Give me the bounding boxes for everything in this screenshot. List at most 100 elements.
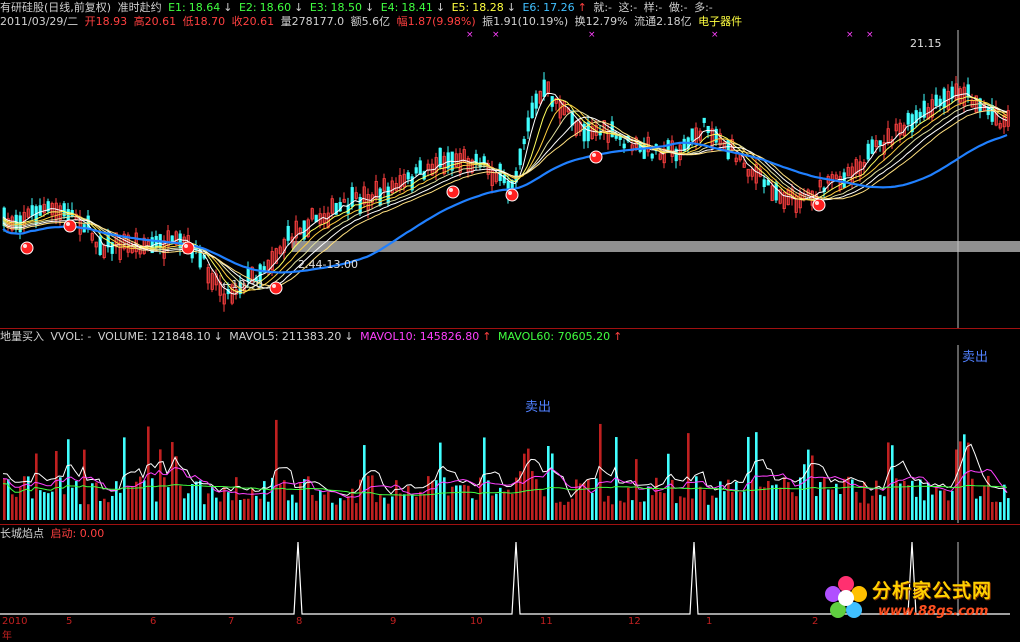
buy-marker-icon xyxy=(63,219,77,233)
quote-float: 流通2.18亿 xyxy=(634,15,692,28)
volume-bar xyxy=(247,498,250,520)
e1-label: E1: xyxy=(168,1,186,14)
volume-bar xyxy=(999,502,1002,520)
volume-bar xyxy=(411,494,414,520)
candle-body xyxy=(30,205,34,216)
volume-arrow: ↓ xyxy=(213,330,223,343)
volume-bar xyxy=(663,493,666,520)
volume-bar xyxy=(779,487,782,520)
stock-name: 有研硅股(日线,前复权) xyxy=(0,1,112,14)
volume-bar xyxy=(527,448,530,520)
mavol5-arrow: ↓ xyxy=(344,330,354,343)
volume-bar xyxy=(567,501,570,520)
volume-bar xyxy=(807,449,810,520)
volume-bar xyxy=(983,485,986,520)
volume-bar xyxy=(91,483,94,520)
volume-bar xyxy=(3,478,6,520)
mavol10-arrow: ↑ xyxy=(482,330,492,343)
signal-start: 启动: 0.00 xyxy=(50,527,105,540)
volume-bar xyxy=(475,499,478,520)
volume-bar xyxy=(251,488,254,520)
volume-bar xyxy=(895,478,898,520)
volume-bar xyxy=(867,503,870,520)
sell-signal-label-2: 卖出 xyxy=(962,350,989,365)
volume-bar xyxy=(83,449,86,520)
volume-bar xyxy=(563,504,566,520)
volume-bar xyxy=(535,479,538,520)
buy-marker-shine xyxy=(815,201,819,205)
volume-chart[interactable] xyxy=(0,345,1020,523)
quote-amount: 额5.6亿 xyxy=(350,15,391,28)
volume-bar xyxy=(687,433,690,520)
volume-bar xyxy=(711,495,714,520)
volume-bar xyxy=(399,493,402,520)
candle-body xyxy=(842,172,846,188)
e3-value: 18.50 xyxy=(330,1,363,14)
x-tick-1: 5 xyxy=(66,616,73,627)
volume-bar xyxy=(279,484,282,520)
volume-bar xyxy=(667,453,670,520)
volume-bar xyxy=(771,485,774,520)
volume-bar xyxy=(583,482,586,520)
volume-bar xyxy=(963,434,966,520)
tag-4: 做:- xyxy=(668,1,688,14)
volume-bar xyxy=(95,482,98,520)
volume-bar xyxy=(639,501,642,520)
volume-bar xyxy=(299,483,302,520)
volume-bar xyxy=(483,437,486,520)
quote-sector: 电子器件 xyxy=(698,15,743,28)
volume-bar xyxy=(183,498,186,520)
volume-bar xyxy=(439,442,442,520)
candle-body xyxy=(934,94,938,106)
top-x-marker: × xyxy=(866,30,874,40)
signal-title: 长城焰点 xyxy=(0,527,44,540)
volume-bar xyxy=(459,485,462,520)
volume-bar xyxy=(907,485,910,520)
volume-bar xyxy=(87,504,90,520)
price-chart[interactable]: × × × × × × xyxy=(0,30,1020,328)
volume-bar xyxy=(227,492,230,520)
volume-bar xyxy=(883,496,886,520)
volume-bar xyxy=(259,498,262,520)
volume-bar xyxy=(451,486,454,520)
volume-bar xyxy=(607,495,610,520)
volume-bar xyxy=(27,476,30,520)
ma-ribbon xyxy=(2,92,1008,295)
volume-bar xyxy=(67,439,70,520)
top-x-marker: × xyxy=(588,30,596,40)
volume-bar xyxy=(463,484,466,520)
quote-turnover: 换12.79% xyxy=(574,15,628,28)
volume-bar xyxy=(571,498,574,520)
volume-bar xyxy=(775,484,778,520)
candle-body xyxy=(530,102,534,118)
volume-bar xyxy=(675,503,678,520)
volume-bar xyxy=(215,497,218,520)
volume-bar xyxy=(631,500,634,520)
low-price-label: ←10.30 xyxy=(222,278,263,291)
x-tick-3: 7 xyxy=(228,616,235,627)
volume-bar xyxy=(627,487,630,520)
volume-bar xyxy=(187,493,190,520)
buy-marker-icon xyxy=(812,198,826,212)
volume-bar xyxy=(623,502,626,520)
x-tick-10: 2 xyxy=(812,616,819,627)
x-tick-7: 11 xyxy=(540,616,553,627)
volume-bar xyxy=(695,476,698,520)
volume-bar xyxy=(715,497,718,520)
volume-bar xyxy=(887,442,890,520)
volume-bar xyxy=(211,486,214,520)
volume-bar xyxy=(879,494,882,520)
volume-bar xyxy=(523,453,526,520)
volume-bar xyxy=(331,502,334,520)
volume-bar xyxy=(643,501,646,520)
support-band xyxy=(292,241,1020,252)
volume-bar xyxy=(827,489,830,520)
buy-marker-shine xyxy=(508,191,512,195)
volume-value: VOLUME: 121848.10 xyxy=(97,330,211,343)
volume-bar xyxy=(487,480,490,520)
e3-arrow: ↓ xyxy=(365,1,375,14)
candle-body xyxy=(414,167,418,174)
volume-bar xyxy=(951,490,954,520)
volume-bar xyxy=(795,496,798,520)
volume-bar xyxy=(347,496,350,520)
